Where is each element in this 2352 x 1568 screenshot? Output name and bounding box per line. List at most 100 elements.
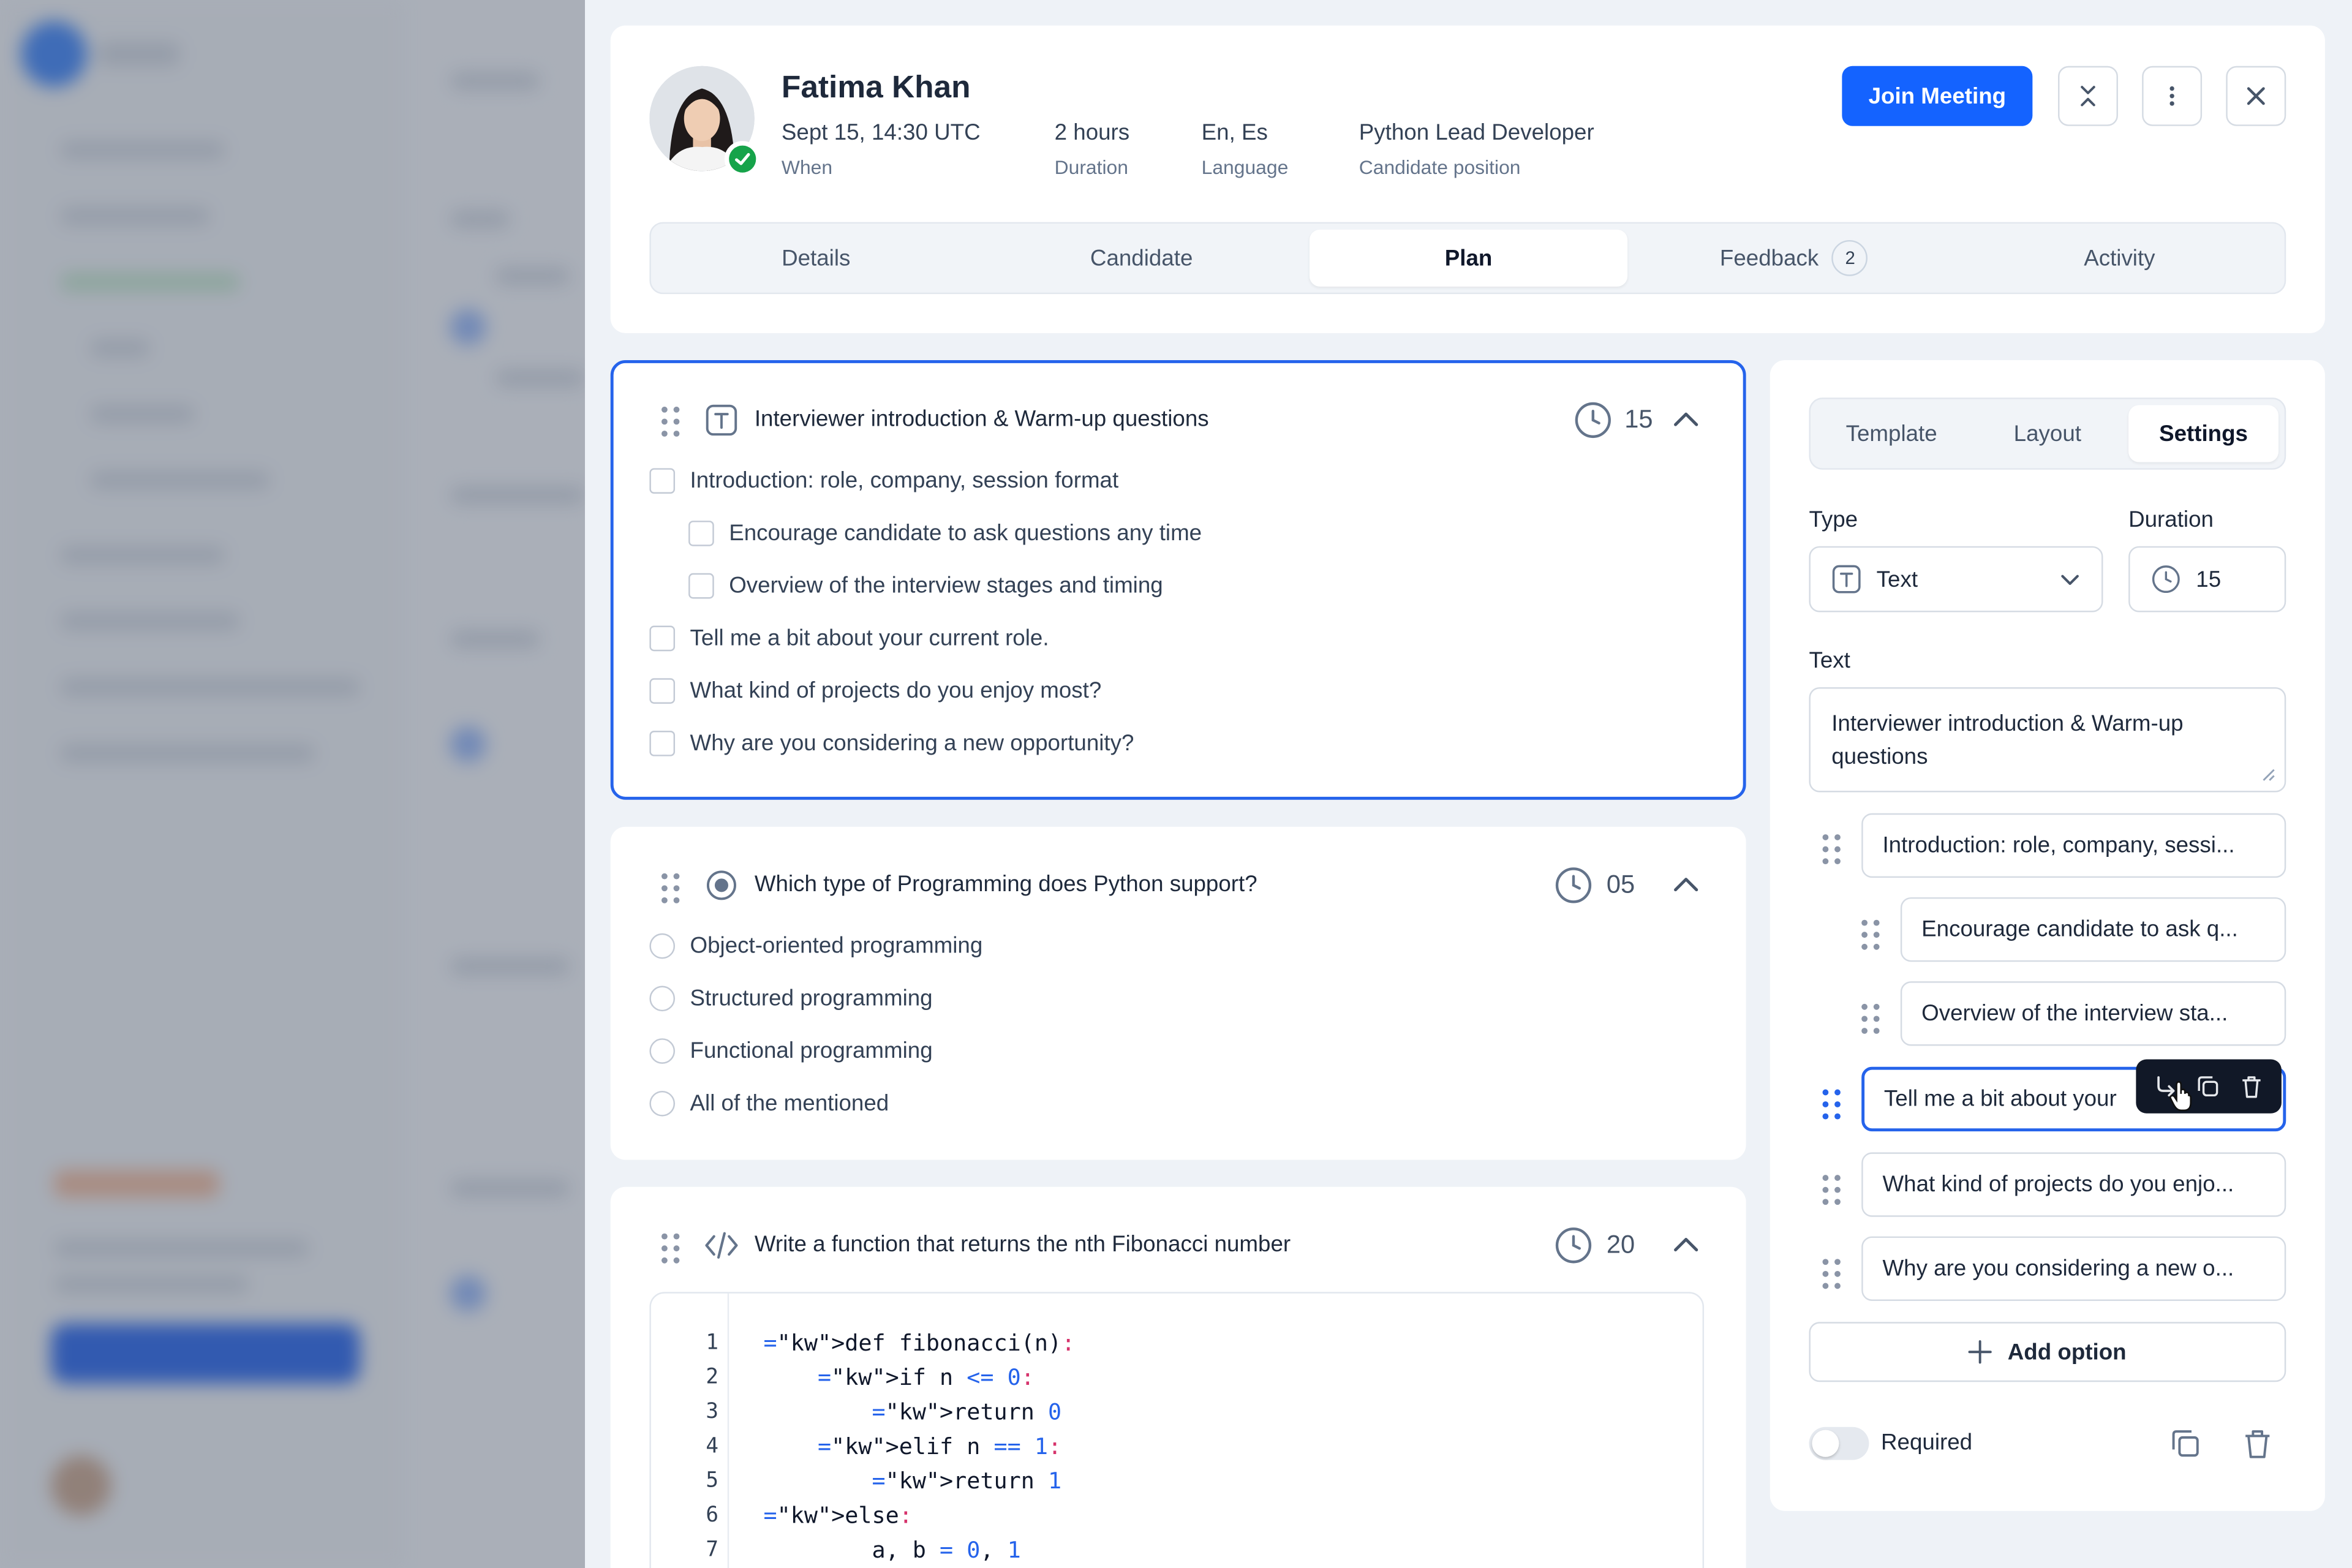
radio-option[interactable]: Object-oriented programming bbox=[649, 933, 982, 959]
line-number-gutter: 1 2 3 4 5 6 7 bbox=[651, 1293, 729, 1568]
more-vertical-icon bbox=[2169, 86, 2174, 106]
radio-button[interactable] bbox=[649, 933, 676, 959]
duration-input[interactable]: 15 bbox=[2128, 546, 2286, 612]
option-input[interactable]: Introduction: role, company, sessi... bbox=[1861, 813, 2286, 878]
drag-handle-icon[interactable] bbox=[1861, 1003, 1880, 1034]
checkbox[interactable] bbox=[688, 521, 714, 546]
settings-tabs: Template Layout Settings bbox=[1809, 398, 2286, 470]
chevron-up-icon[interactable] bbox=[1673, 408, 1700, 429]
drag-handle-icon[interactable] bbox=[1861, 919, 1880, 950]
chevron-up-icon[interactable] bbox=[1673, 1234, 1700, 1254]
question-duration: 20 bbox=[1606, 1230, 1635, 1259]
type-select[interactable]: Text bbox=[1809, 546, 2103, 612]
tab-layout[interactable]: Layout bbox=[1972, 405, 2122, 462]
line-number: 1 bbox=[706, 1330, 719, 1355]
tab-feedback[interactable]: Feedback 2 bbox=[1635, 230, 1953, 287]
trash-icon[interactable] bbox=[2241, 1427, 2274, 1460]
close-button[interactable] bbox=[2226, 66, 2286, 126]
resize-handle-icon[interactable] bbox=[2261, 767, 2275, 782]
online-check-icon bbox=[724, 141, 761, 178]
close-icon bbox=[2247, 87, 2265, 105]
line-number: 2 bbox=[706, 1365, 719, 1390]
chevron-up-icon[interactable] bbox=[1673, 873, 1700, 894]
drag-handle-icon[interactable] bbox=[662, 406, 680, 437]
type-label: Type bbox=[1809, 507, 1858, 533]
duplicate-icon[interactable] bbox=[2169, 1427, 2202, 1460]
clock-icon bbox=[2152, 565, 2180, 594]
checklist-item[interactable]: Encourage candidate to ask questions any… bbox=[688, 521, 1202, 546]
drag-handle-icon[interactable] bbox=[662, 1233, 680, 1264]
duration-value: 15 bbox=[2196, 566, 2222, 592]
radio-option[interactable]: All of the mentioned bbox=[649, 1090, 889, 1117]
line-number: 7 bbox=[706, 1538, 719, 1562]
tab-details[interactable]: Details bbox=[657, 230, 975, 287]
tab-candidate[interactable]: Candidate bbox=[982, 230, 1300, 287]
radio-button[interactable] bbox=[649, 986, 676, 1012]
code-type-icon bbox=[705, 1232, 738, 1259]
interview-header: Fatima Khan Sept 15, 14:30 UTC When 2 ho… bbox=[610, 25, 2325, 333]
radio-option[interactable]: Functional programming bbox=[649, 1038, 933, 1064]
code-editor[interactable]: 1 2 3 4 5 6 7 ="kw">def fibonacci(n): ="… bbox=[649, 1292, 1705, 1568]
radio-button[interactable] bbox=[649, 1090, 676, 1117]
option-input[interactable]: Overview of the interview sta... bbox=[1900, 981, 2286, 1046]
code-line: ="kw">elif n == 1: bbox=[818, 1433, 1062, 1460]
option-input[interactable]: Encourage candidate to ask q... bbox=[1900, 897, 2286, 962]
option-input[interactable]: What kind of projects do you enjo... bbox=[1861, 1152, 2286, 1217]
text-label: Text bbox=[1809, 648, 1850, 674]
add-option-label: Add option bbox=[2007, 1339, 2127, 1365]
line-number: 6 bbox=[706, 1503, 719, 1528]
code-line: ="kw">if n <= 0: bbox=[818, 1363, 1035, 1391]
option-input[interactable]: Why are you considering a new o... bbox=[1861, 1236, 2286, 1301]
required-label: Required bbox=[1881, 1430, 1973, 1456]
trash-icon[interactable] bbox=[2237, 1073, 2264, 1100]
modal-overlay[interactable] bbox=[0, 0, 586, 1568]
radio-button[interactable] bbox=[649, 1038, 676, 1064]
checkbox[interactable] bbox=[649, 625, 676, 652]
line-number: 5 bbox=[706, 1469, 719, 1493]
checkbox[interactable] bbox=[649, 468, 676, 494]
checklist-item[interactable]: Overview of the interview stages and tim… bbox=[688, 573, 1163, 599]
duplicate-icon[interactable] bbox=[2195, 1073, 2222, 1100]
question-settings-panel: Template Layout Settings Type Duration T… bbox=[1770, 360, 2325, 1511]
interview-drawer: Fatima Khan Sept 15, 14:30 UTC When 2 ho… bbox=[585, 0, 2352, 1568]
checklist-item[interactable]: What kind of projects do you enjoy most? bbox=[649, 678, 1101, 704]
checklist-item[interactable]: Tell me a bit about your current role. bbox=[649, 625, 1049, 652]
question-card-fibonacci[interactable]: Write a function that returns the nth Fi… bbox=[610, 1186, 1746, 1568]
text-textarea[interactable]: Interviewer introduction & Warm-up quest… bbox=[1809, 687, 2286, 793]
tab-template[interactable]: Template bbox=[1817, 405, 1967, 462]
text-type-icon bbox=[706, 404, 737, 436]
tab-settings[interactable]: Settings bbox=[2128, 405, 2279, 462]
more-options-button[interactable] bbox=[2142, 66, 2203, 126]
clock-icon bbox=[1555, 867, 1592, 903]
drag-handle-icon[interactable] bbox=[1822, 834, 1841, 865]
tab-activity[interactable]: Activity bbox=[1961, 230, 2278, 287]
line-number: 3 bbox=[706, 1400, 719, 1424]
plus-icon bbox=[1969, 1340, 1992, 1364]
meta-language: En, Es Language bbox=[1201, 119, 1289, 179]
drag-handle-icon[interactable] bbox=[1822, 1175, 1841, 1205]
checklist-item[interactable]: Introduction: role, company, session for… bbox=[649, 468, 1118, 494]
checkbox[interactable] bbox=[649, 678, 676, 704]
clock-icon bbox=[1555, 1227, 1592, 1264]
join-meeting-button[interactable]: Join Meeting bbox=[1842, 66, 2033, 126]
radio-option[interactable]: Structured programming bbox=[649, 986, 933, 1012]
question-card-intro[interactable]: Interviewer introduction & Warm-up quest… bbox=[610, 360, 1746, 800]
clock-icon bbox=[1575, 402, 1611, 439]
tab-feedback-label: Feedback bbox=[1719, 245, 1819, 271]
code-line: ="kw">return 0 bbox=[872, 1398, 1062, 1426]
drag-handle-icon[interactable] bbox=[662, 873, 680, 903]
text-type-icon bbox=[1832, 565, 1861, 594]
checkbox[interactable] bbox=[649, 731, 676, 756]
add-option-button[interactable]: Add option bbox=[1809, 1322, 2286, 1382]
collapse-button[interactable] bbox=[2058, 66, 2118, 126]
hand-cursor-icon bbox=[2169, 1080, 2192, 1112]
checkbox[interactable] bbox=[688, 573, 714, 599]
drag-handle-icon[interactable] bbox=[1822, 1089, 1841, 1120]
question-title: Which type of Programming does Python su… bbox=[754, 872, 1257, 897]
required-toggle[interactable] bbox=[1809, 1427, 1869, 1460]
question-card-python-types[interactable]: Which type of Programming does Python su… bbox=[610, 826, 1746, 1160]
checklist-item[interactable]: Why are you considering a new opportunit… bbox=[649, 731, 1134, 756]
tab-plan[interactable]: Plan bbox=[1309, 229, 1628, 287]
drag-handle-icon[interactable] bbox=[1822, 1259, 1841, 1289]
code-line: ="kw">def fibonacci(n): bbox=[763, 1329, 1076, 1357]
